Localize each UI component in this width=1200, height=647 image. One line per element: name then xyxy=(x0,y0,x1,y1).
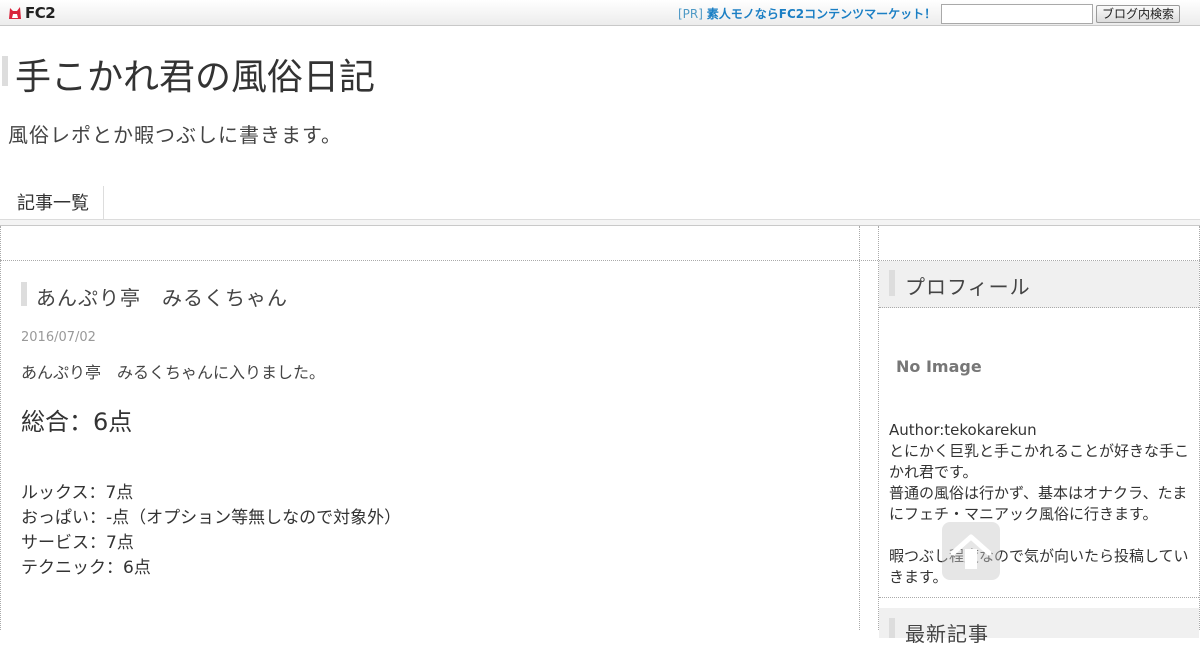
nav-divider xyxy=(0,219,1200,226)
entry-date: 2016/07/02 xyxy=(21,330,96,345)
sidebar-divider xyxy=(879,597,1199,598)
entry-title-accent xyxy=(21,282,27,306)
fc2-toolbar: FC2 [PR] 素人モノならFC2コンテンツマーケット！ ブログ内検索 xyxy=(0,0,1200,26)
profile-author: Author:tekokarekun xyxy=(889,421,1037,439)
sidebar-title-accent xyxy=(889,618,895,638)
score-item: サービス：7点 xyxy=(21,533,134,553)
sidebar-profile-title: プロフィール xyxy=(905,275,1031,299)
fc2-fox-icon xyxy=(7,5,23,21)
entry-intro: あんぷり亭 みるくちゃんに入りました。 xyxy=(21,363,326,382)
entry-total-score: 総合：6点 xyxy=(21,408,133,436)
sidebar-title-accent xyxy=(889,270,895,296)
score-item: おっぱい：-点（オプション等無しなので対象外） xyxy=(21,508,402,528)
sidebar-latest-header: 最新記事 xyxy=(879,608,1199,646)
arrow-up-icon xyxy=(950,534,992,569)
avatar: No Image xyxy=(896,357,982,376)
sidebar-profile-header: プロフィール xyxy=(879,261,1199,308)
title-accent xyxy=(2,56,8,86)
entry-title[interactable]: あんぷり亭 みるくちゃん xyxy=(36,282,288,311)
score-item: ルックス：7点 xyxy=(21,483,134,503)
fc2-logo-text: FC2 xyxy=(25,4,56,22)
pr-tag: [PR] xyxy=(678,7,703,21)
page-top-button[interactable] xyxy=(942,522,1000,580)
score-list: ルックス：7点 おっぱい：-点（オプション等無しなので対象外） サービス：7点 … xyxy=(21,481,401,581)
profile-bio: 暇つぶし程度なので気が向いたら投稿していきます。 xyxy=(889,547,1189,586)
blog-search-input[interactable] xyxy=(941,4,1093,24)
profile-bio: とにかく巨乳と手こかれることが好きな手こかれ君です。 xyxy=(889,442,1190,481)
profile-text: Author:tekokarekun とにかく巨乳と手こかれることが好きな手こか… xyxy=(889,420,1193,588)
score-item: テクニック：6点 xyxy=(21,558,151,578)
blog-title[interactable]: 手こかれ君の風俗日記 xyxy=(15,48,375,100)
fc2-logo[interactable]: FC2 xyxy=(7,4,56,22)
pr-ad: [PR] 素人モノならFC2コンテンツマーケット！ xyxy=(678,5,936,22)
sidebar-latest-title: 最新記事 xyxy=(905,622,989,646)
pr-link[interactable]: 素人モノならFC2コンテンツマーケット！ xyxy=(707,7,936,21)
blog-description: 風俗レポとか暇つぶしに書きます。 xyxy=(8,123,342,147)
profile-bio: 普通の風俗は行かず、基本はオナクラ、たまにフェチ・マニアック風俗に行きます。 xyxy=(889,484,1188,523)
nav-item-article-list[interactable]: 記事一覧 xyxy=(0,186,104,220)
column-divider xyxy=(859,226,860,630)
blog-search-button[interactable]: ブログ内検索 xyxy=(1096,5,1180,23)
